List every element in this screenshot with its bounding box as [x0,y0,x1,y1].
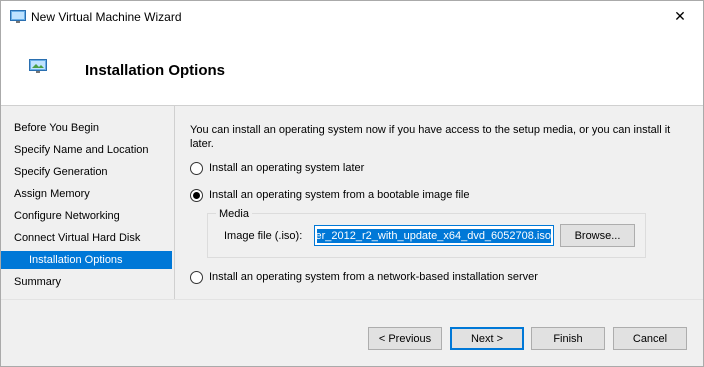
sidebar-item-connect-virtual-hard-disk[interactable]: Connect Virtual Hard Disk [1,229,172,247]
option-install-from-image[interactable]: Install an operating system from a boota… [190,187,469,203]
option-label: Install an operating system from a netwo… [209,271,538,283]
option-install-from-network[interactable]: Install an operating system from a netwo… [190,269,538,285]
sidebar-item-summary[interactable]: Summary [1,273,172,291]
intro-text: You can install an operating system now … [190,124,671,150]
image-file-label: Image file (.iso): [224,230,303,242]
sidebar-item-specify-generation[interactable]: Specify Generation [1,163,172,181]
option-label: Install an operating system later [209,162,365,174]
hyper-v-monitor-icon [29,59,47,77]
hyper-v-monitor-icon [10,10,26,27]
previous-button[interactable]: < Previous [368,327,442,350]
wizard-window: New Virtual Machine Wizard ✕ Installatio… [0,0,704,367]
media-groupbox: Media Image file (.iso): er_2012_r2_with… [207,208,646,258]
close-button[interactable]: ✕ [657,1,703,32]
option-label: Install an operating system from a boota… [209,189,470,201]
radio-button[interactable] [190,270,203,284]
title-bar: New Virtual Machine Wizard ✕ [1,1,703,32]
browse-button[interactable]: Browse... [560,224,635,247]
close-icon: ✕ [674,8,686,24]
sidebar-item-installation-options[interactable]: Installation Options [1,251,172,269]
next-button[interactable]: Next > [450,327,524,350]
cancel-button[interactable]: Cancel [613,327,687,350]
wizard-steps-sidebar: Before You Begin Specify Name and Locati… [1,106,175,299]
footer-divider [1,299,703,300]
radio-button-checked[interactable] [190,188,203,202]
sidebar-item-assign-memory[interactable]: Assign Memory [1,185,172,203]
image-file-value: er_2012_r2_with_update_x64_dvd_6052708.i… [317,228,551,243]
page-header: Installation Options [1,32,703,106]
sidebar-item-configure-networking[interactable]: Configure Networking [1,207,172,225]
window-title: New Virtual Machine Wizard [31,10,182,24]
option-install-later[interactable]: Install an operating system later [190,160,364,176]
finish-button[interactable]: Finish [531,327,605,350]
page-title: Installation Options [85,62,226,79]
sidebar-item-specify-name-and-location[interactable]: Specify Name and Location [1,141,172,159]
sidebar-item-before-you-begin[interactable]: Before You Begin [1,119,172,137]
radio-button[interactable] [190,161,203,175]
main-content: You can install an operating system now … [190,106,690,296]
image-file-input[interactable]: er_2012_r2_with_update_x64_dvd_6052708.i… [314,225,554,246]
media-legend: Media [216,208,252,220]
